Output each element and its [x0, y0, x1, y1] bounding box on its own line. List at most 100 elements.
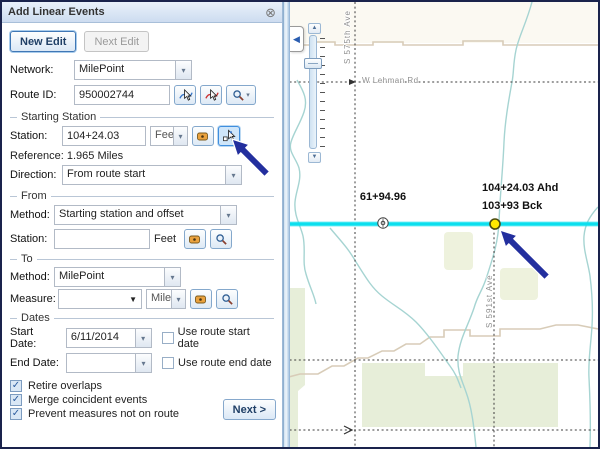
zoom-slider-track[interactable]: [309, 35, 317, 149]
panel-header: Add Linear Events ⊗: [2, 2, 282, 23]
collapse-left-icon: ◀: [293, 34, 300, 45]
prevent-measures-checkbox[interactable]: ✓: [10, 408, 22, 420]
end-date-picker[interactable]: ▾: [66, 353, 152, 373]
locate-point-icon: [196, 130, 210, 142]
close-icon[interactable]: ⊗: [265, 6, 276, 19]
road-label-w-lehman-rd: W Lehman Rd: [362, 76, 419, 85]
zoom-in-button[interactable]: ▲: [308, 23, 321, 34]
start-date-label: Start Date:: [10, 326, 62, 350]
collapse-panel-button[interactable]: ◀: [290, 26, 304, 52]
route-search-menu-button[interactable]: ▾: [226, 85, 256, 105]
from-station-input[interactable]: [54, 229, 150, 249]
from-search-button[interactable]: [210, 229, 232, 249]
green-parcel-small-1: [444, 232, 473, 270]
to-method-value: MilePoint: [55, 268, 164, 286]
use-route-start-date-label: Use route start date: [178, 326, 274, 350]
zoom-slider-ticks: [320, 38, 325, 148]
station-input[interactable]: [62, 126, 146, 146]
measure-search-button[interactable]: [216, 289, 238, 309]
picked-station-marker[interactable]: [490, 219, 500, 229]
from-method-label: Method:: [10, 209, 50, 221]
chevron-down-icon[interactable]: ▾: [220, 206, 236, 224]
dates-separator: Dates: [10, 312, 274, 324]
next-edit-button[interactable]: Next Edit: [84, 31, 149, 52]
road-label-s-591st-ave: S 591st Ave: [485, 262, 494, 328]
measure-select[interactable]: ▼: [58, 289, 142, 309]
end-date-label: End Date:: [10, 357, 62, 369]
from-set-from-map-button[interactable]: [184, 229, 206, 249]
measure-unit-select[interactable]: Miles ▾: [146, 289, 186, 309]
zoom-in-icon: ▲: [312, 25, 318, 31]
add-linear-events-panel: Add Linear Events ⊗ New Edit Next Edit N…: [2, 2, 283, 447]
retire-overlaps-label: Retire overlaps: [28, 380, 102, 392]
chevron-down-icon: ▾: [246, 91, 250, 99]
starting-station-separator: Starting Station: [10, 111, 274, 123]
merge-coincident-events-label: Merge coincident events: [28, 394, 147, 406]
chevron-down-icon[interactable]: ▾: [171, 290, 185, 308]
reference-station-marker[interactable]: [378, 218, 388, 228]
station-label: Station:: [10, 130, 58, 142]
zoom-out-button[interactable]: ▼: [308, 152, 321, 163]
from-method-select[interactable]: Starting station and offset ▾: [54, 205, 237, 225]
start-date-value: 6/11/2014: [67, 329, 135, 347]
direction-label: Direction:: [10, 169, 58, 181]
network-value: MilePoint: [75, 61, 175, 79]
network-label: Network:: [10, 64, 70, 76]
search-icon: [232, 89, 245, 102]
road-label-s-575th-ave: S 575th Ave: [343, 4, 352, 64]
chevron-down-icon: ▼: [129, 295, 137, 304]
route-select-icon: [178, 88, 193, 102]
panel-title: Add Linear Events: [8, 6, 265, 18]
to-heading: To: [21, 253, 33, 265]
chevron-down-icon[interactable]: ▾: [135, 329, 151, 347]
route-id-input[interactable]: [74, 85, 170, 105]
station-label-mid: 61+94.96: [345, 191, 421, 203]
to-separator: To: [10, 253, 274, 265]
prevent-measures-label: Prevent measures not on route: [28, 408, 179, 420]
pick-station-on-map-button[interactable]: [218, 126, 240, 146]
direction-select[interactable]: From route start ▾: [62, 165, 242, 185]
chevron-down-icon[interactable]: ▾: [175, 61, 191, 79]
station-unit-select[interactable]: Feet ▾: [150, 126, 188, 146]
station-label-ahead: 104+24.03 Ahd: [482, 182, 558, 194]
search-icon: [221, 293, 234, 306]
end-date-value: [67, 354, 135, 372]
terrain-tint: [285, 2, 598, 43]
retire-overlaps-checkbox[interactable]: ✓: [10, 380, 22, 392]
to-method-label: Method:: [10, 271, 50, 283]
chevron-down-icon[interactable]: ▾: [225, 166, 241, 184]
from-station-label: Station:: [10, 233, 50, 245]
measure-set-from-map-button[interactable]: [190, 289, 212, 309]
next-button[interactable]: Next >: [223, 399, 276, 420]
merge-coincident-events-checkbox[interactable]: ✓: [10, 394, 22, 406]
from-separator: From: [10, 190, 274, 202]
dates-heading: Dates: [21, 312, 50, 324]
station-select-icon: [222, 129, 237, 143]
panel-splitter[interactable]: [283, 2, 290, 447]
route-id-label: Route ID:: [10, 89, 70, 101]
to-method-select[interactable]: MilePoint ▾: [54, 267, 181, 287]
chevron-down-icon[interactable]: ▾: [164, 268, 180, 286]
use-route-end-date-checkbox[interactable]: ✓: [162, 357, 174, 369]
chevron-down-icon[interactable]: ▾: [173, 127, 187, 145]
search-icon: [215, 233, 228, 246]
map[interactable]: [285, 2, 598, 447]
station-unit-value: Feet: [151, 127, 173, 145]
direction-value: From route start: [63, 166, 225, 184]
zoom-out-icon: ▼: [312, 154, 318, 160]
select-route-on-map-button[interactable]: [174, 85, 196, 105]
from-method-value: Starting station and offset: [55, 206, 220, 224]
from-station-unit: Feet: [154, 233, 176, 245]
network-select[interactable]: MilePoint ▾: [74, 60, 192, 80]
chevron-down-icon[interactable]: ▾: [135, 354, 151, 372]
set-station-from-map-button[interactable]: [192, 126, 214, 146]
clear-route-selection-button[interactable]: [200, 85, 222, 105]
locate-point-icon: [188, 233, 202, 245]
zoom-slider-thumb[interactable]: [304, 58, 322, 69]
locate-point-icon: [194, 293, 208, 305]
screenshot-root: Add Linear Events ⊗ New Edit Next Edit N…: [0, 0, 600, 449]
new-edit-button[interactable]: New Edit: [10, 31, 76, 52]
use-route-start-date-checkbox[interactable]: ✓: [162, 332, 174, 344]
route-deselect-icon: [204, 88, 219, 102]
start-date-picker[interactable]: 6/11/2014 ▾: [66, 328, 152, 348]
